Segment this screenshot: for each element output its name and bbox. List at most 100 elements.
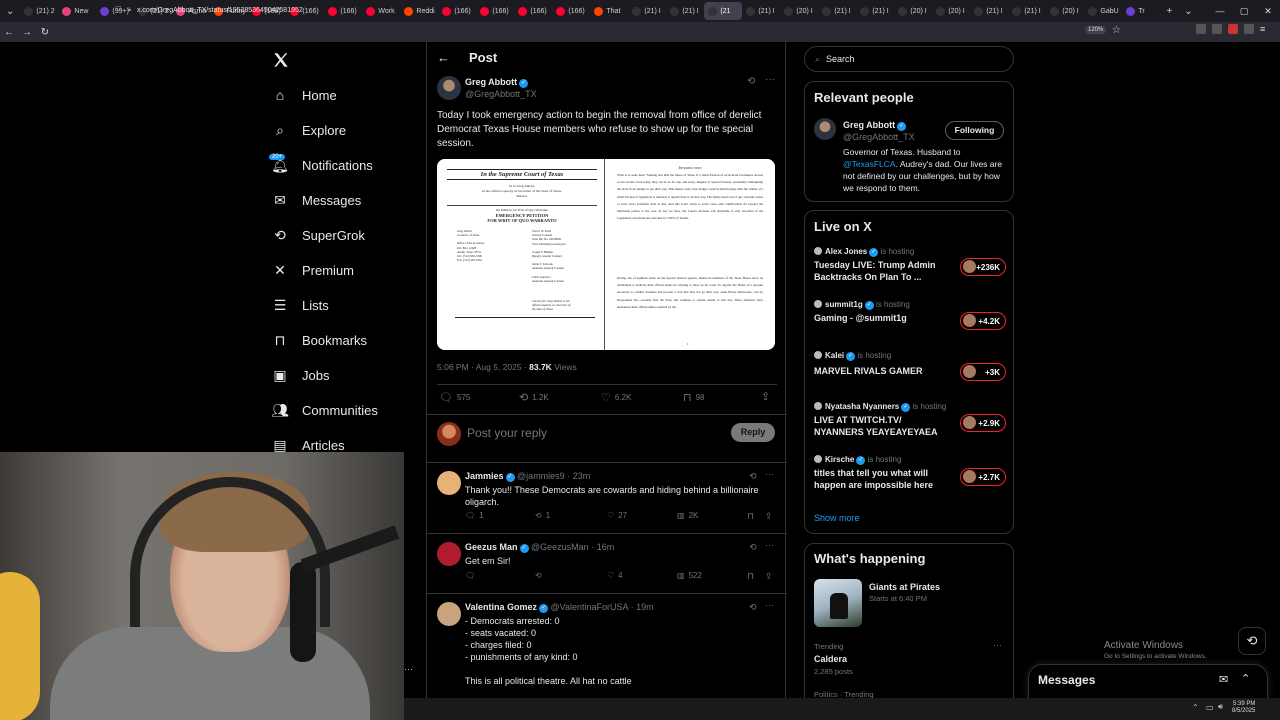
repost-count[interactable]: ⟲ 1 — [535, 511, 550, 520]
bookmark-count[interactable]: ⊓ 98 — [683, 391, 705, 404]
reply-time[interactable]: · 16m — [591, 542, 614, 552]
maximize-icon[interactable]: ▢ — [1232, 6, 1256, 17]
back-arrow-icon[interactable]: ← — [437, 50, 450, 65]
more-icon[interactable]: ··· — [765, 540, 774, 550]
like-count[interactable]: ♡ 27 — [607, 511, 627, 520]
avatar[interactable] — [814, 118, 836, 140]
avatar[interactable] — [437, 602, 461, 626]
live-host[interactable]: Kirsche — [825, 455, 854, 464]
grok-icon[interactable]: ⟲ — [749, 602, 757, 613]
volume-icon[interactable]: 🔊︎ — [1218, 702, 1223, 712]
nav-item-supergrok[interactable]: ⟲ SuperGrok — [272, 220, 365, 250]
reply-item[interactable]: Geezus Man ✓ @GeezusMan · 16m ⟲ ··· Get em S… — [427, 533, 787, 593]
compose-message-icon[interactable]: ✉ — [1219, 673, 1228, 686]
avatar[interactable] — [437, 471, 461, 495]
nav-item-lists[interactable]: ☰ Lists — [272, 290, 329, 320]
share-icon[interactable]: ⇪ — [765, 511, 773, 522]
show-more-link[interactable]: Show more — [814, 513, 860, 523]
reply-time[interactable]: · 23m — [567, 471, 590, 481]
nav-item-notifications[interactable]: 🔔︎ Notifications — [271, 150, 373, 180]
tab-list-icon[interactable]: ⌄ — [0, 6, 20, 17]
repost-count[interactable]: ⟲ — [535, 571, 546, 580]
live-title[interactable]: titles that tell you what will happen ar… — [814, 467, 944, 491]
back-icon[interactable]: ← — [0, 27, 18, 38]
forward-icon[interactable]: → — [18, 27, 36, 38]
grok-floating-button[interactable]: ⟲ — [1238, 627, 1266, 655]
nav-item-jobs[interactable]: ▣ Jobs — [272, 360, 329, 390]
live-host[interactable]: summit1g — [825, 300, 863, 309]
reply-item[interactable]: Valentina Gomez ✓ @ValentinaForUSA · 19m ⟲… — [427, 593, 787, 703]
network-icon[interactable]: ▭ — [1206, 703, 1214, 712]
share-icon[interactable]: ⇪ — [765, 571, 773, 582]
reply-count[interactable]: 🗨︎ — [465, 571, 479, 580]
reply-count[interactable]: 🗨︎ 575 — [439, 391, 470, 404]
author-name[interactable]: Greg Abbott — [465, 77, 517, 87]
like-count[interactable]: ♡ 6.2K — [601, 391, 631, 404]
zoom-level[interactable]: 120% — [1085, 26, 1107, 34]
trend-name[interactable]: Caldera — [814, 654, 847, 664]
reply-count[interactable]: 🗨︎ 1 — [465, 511, 484, 520]
views-count[interactable]: ▥ 2K — [677, 511, 698, 520]
nav-item-bookmarks[interactable]: ⊓ Bookmarks — [272, 325, 368, 355]
more-icon[interactable]: ··· — [765, 74, 775, 85]
grok-icon[interactable]: ⟲ — [749, 542, 757, 553]
tray-chevron-icon[interactable]: ⌃ — [1192, 703, 1199, 712]
browser-tab[interactable]: GabU — [1084, 2, 1122, 20]
nav-item-communities[interactable]: 👥︎ Communities — [271, 395, 378, 425]
live-title[interactable]: Gaming - @summit1g — [814, 312, 944, 324]
author-handle[interactable]: @GregAbbott_TX — [465, 88, 537, 100]
live-title[interactable]: LIVE AT TWITCH.TV/ NYANNERS YEAYEAYEYAEA — [814, 414, 944, 438]
bookmark-icon[interactable]: ⊓ — [747, 571, 754, 582]
nav-item-home[interactable]: ⌂ Home — [272, 80, 337, 110]
following-button[interactable]: Following — [945, 121, 1004, 140]
share-icon[interactable]: ⇪ — [761, 390, 770, 403]
reply-author[interactable]: Geezus Man — [465, 542, 518, 552]
repost-count[interactable]: ⟲ 1.2K — [519, 391, 549, 404]
live-title[interactable]: Tuesday LIVE: Trump Admin Backtracks On … — [814, 259, 944, 283]
star-icon[interactable]: ☆ — [1112, 25, 1121, 36]
live-listeners[interactable]: +2.9K — [960, 414, 1006, 432]
live-listeners[interactable]: +236K — [960, 258, 1006, 276]
live-item[interactable]: Kalei ✓ is hosting MARVEL RIVALS GAMER +3K — [814, 351, 1006, 399]
live-item[interactable]: Alex Jones ✓ is hosting Tuesday LIVE: Trum… — [814, 247, 1006, 295]
nav-item-messages[interactable]: ✉ Messages — [272, 185, 361, 215]
views-count[interactable]: ▥ 522 — [677, 571, 702, 580]
rp-handle[interactable]: @GregAbbott_TX — [843, 131, 915, 143]
post-timestamp[interactable]: 5:06 PM · Aug 5, 2025 · — [437, 362, 529, 372]
reply-author[interactable]: Valentina Gomez — [465, 602, 537, 612]
event-title[interactable]: Giants at Pirates — [869, 582, 940, 592]
more-icon[interactable]: ··· — [404, 664, 413, 674]
rp-name[interactable]: Greg Abbott — [843, 120, 895, 130]
browser-tab[interactable]: New — [58, 2, 96, 20]
more-icon[interactable]: ··· — [993, 640, 1002, 650]
minimize-icon[interactable]: — — [1208, 6, 1232, 16]
more-icon[interactable]: ··· — [765, 469, 774, 479]
live-listeners[interactable]: +3K — [960, 363, 1006, 381]
live-item[interactable]: Nyatasha Nyanners ✓ is hosting LIVE AT TWI… — [814, 402, 1006, 450]
search-input[interactable]: ⌕ Search — [804, 46, 1014, 72]
extension-icon[interactable] — [1244, 24, 1254, 34]
reply-author[interactable]: Jammies — [465, 471, 504, 481]
reply-handle[interactable]: @ValentinaForUSA — [551, 602, 629, 612]
avatar[interactable] — [437, 542, 461, 566]
reply-item[interactable]: Jammies ✓ @jammies9 · 23m ⟲ ··· Thank you!! … — [427, 462, 787, 533]
taskbar-clock[interactable]: 5:39 PM 8/5/2025 — [1232, 701, 1255, 715]
grok-icon[interactable]: ⟲ — [747, 76, 755, 87]
live-host[interactable]: Alex Jones — [825, 247, 867, 256]
messages-drawer[interactable]: Messages ✉ ⌃ — [1028, 664, 1268, 698]
like-count[interactable]: ♡ 4 — [607, 571, 623, 580]
reply-time[interactable]: · 19m — [631, 602, 654, 612]
browser-tab[interactable]: Tr — [1122, 2, 1160, 20]
reply-handle[interactable]: @GeezusMan — [531, 542, 589, 552]
live-title[interactable]: MARVEL RIVALS GAMER — [814, 365, 944, 377]
extension-icon[interactable] — [1228, 24, 1238, 34]
extension-icon[interactable] — [1196, 24, 1206, 34]
event-image[interactable] — [814, 579, 862, 627]
nav-item-explore[interactable]: ⌕ Explore — [272, 115, 346, 145]
more-icon[interactable]: ··· — [765, 600, 774, 610]
live-item[interactable]: Kirsche ✓ is hosting titles that tell you … — [814, 455, 1006, 503]
new-tab-button[interactable]: + — [1160, 6, 1178, 17]
nav-item-premium[interactable]: ✕ Premium — [272, 255, 354, 285]
live-host[interactable]: Kalei — [825, 351, 844, 360]
chevron-up-icon[interactable]: ⌃ — [1241, 672, 1250, 685]
